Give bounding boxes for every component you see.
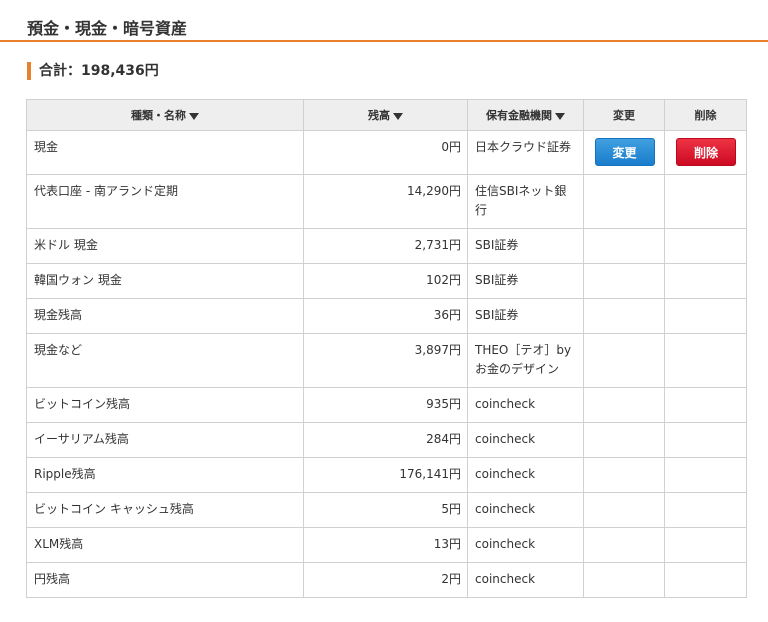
asset-balance: 176,141円 [303, 457, 468, 493]
column-header-name[interactable]: 種類・名称 [26, 99, 304, 131]
table-row: 現金など 3,897円 THEO［テオ］by お金のデザイン [26, 333, 747, 388]
asset-balance: 13円 [303, 527, 468, 563]
edit-cell [583, 422, 665, 458]
delete-cell [664, 263, 747, 299]
section-title: 預金・現金・暗号資産 [27, 19, 188, 38]
asset-institution: 日本クラウド証券 [467, 130, 584, 175]
asset-balance: 284円 [303, 422, 468, 458]
asset-balance: 14,290円 [303, 174, 468, 229]
asset-name: ビットコイン残高 [26, 387, 304, 423]
delete-button[interactable]: 削除 [676, 138, 736, 166]
section-header: 預金・現金・暗号資産 [0, 0, 768, 42]
table-row: 現金残高 36円 SBI証券 [26, 298, 747, 334]
column-header-edit: 変更 [583, 99, 665, 131]
asset-balance: 36円 [303, 298, 468, 334]
asset-institution: THEO［テオ］by お金のデザイン [467, 333, 584, 388]
sort-down-icon[interactable] [393, 112, 403, 120]
asset-balance: 0円 [303, 130, 468, 175]
column-header-institution-label: 保有金融機関 [486, 109, 552, 122]
total-summary: 合計：198,436円 [27, 62, 159, 80]
asset-balance: 935円 [303, 387, 468, 423]
asset-institution: coincheck [467, 492, 584, 528]
edit-cell [583, 457, 665, 493]
edit-cell [583, 228, 665, 264]
asset-balance: 2円 [303, 562, 468, 598]
table-row: 韓国ウォン 現金 102円 SBI証券 [26, 263, 747, 299]
asset-institution: 住信SBIネット銀行 [467, 174, 584, 229]
table-row: 円残高 2円 coincheck [26, 562, 747, 598]
asset-institution: SBI証券 [467, 298, 584, 334]
column-header-institution[interactable]: 保有金融機関 [467, 99, 584, 131]
asset-name: 米ドル 現金 [26, 228, 304, 264]
delete-cell [664, 422, 747, 458]
table-row: XLM残高 13円 coincheck [26, 527, 747, 563]
delete-cell: 削除 [664, 130, 747, 175]
delete-cell [664, 387, 747, 423]
asset-institution: coincheck [467, 457, 584, 493]
delete-cell [664, 527, 747, 563]
asset-name: 韓国ウォン 現金 [26, 263, 304, 299]
table-row: Ripple残高 176,141円 coincheck [26, 457, 747, 493]
column-header-delete: 削除 [664, 99, 747, 131]
edit-cell [583, 492, 665, 528]
edit-cell: 変更 [583, 130, 665, 175]
edit-button[interactable]: 変更 [594, 138, 655, 166]
asset-balance: 5円 [303, 492, 468, 528]
table-row: 米ドル 現金 2,731円 SBI証券 [26, 228, 747, 264]
delete-cell [664, 457, 747, 493]
asset-institution: coincheck [467, 387, 584, 423]
edit-cell [583, 298, 665, 334]
column-header-name-label: 種類・名称 [131, 109, 186, 122]
asset-name: 円残高 [26, 562, 304, 598]
asset-balance: 3,897円 [303, 333, 468, 388]
edit-cell [583, 263, 665, 299]
edit-cell [583, 174, 665, 229]
asset-balance: 2,731円 [303, 228, 468, 264]
column-header-balance-label: 残高 [368, 109, 390, 122]
asset-name: 現金 [26, 130, 304, 175]
asset-name: Ripple残高 [26, 457, 304, 493]
table-row: ビットコイン キャッシュ残高 5円 coincheck [26, 492, 747, 528]
delete-cell [664, 174, 747, 229]
asset-institution: SBI証券 [467, 263, 584, 299]
asset-balance: 102円 [303, 263, 468, 299]
table-header-row: 種類・名称 残高 保有金融機関 変更 削除 [26, 99, 747, 131]
edit-cell [583, 562, 665, 598]
asset-institution: coincheck [467, 562, 584, 598]
asset-institution: SBI証券 [467, 228, 584, 264]
table-row: 現金 0円 日本クラウド証券 変更 削除 [26, 130, 747, 175]
edit-cell [583, 333, 665, 388]
asset-institution: coincheck [467, 527, 584, 563]
column-header-balance[interactable]: 残高 [303, 99, 468, 131]
table-row: ビットコイン残高 935円 coincheck [26, 387, 747, 423]
sort-down-icon[interactable] [189, 112, 199, 120]
edit-cell [583, 387, 665, 423]
edit-cell [583, 527, 665, 563]
asset-name: 代表口座 - 南アランド定期 [26, 174, 304, 229]
asset-name: 現金など [26, 333, 304, 388]
asset-name: ビットコイン キャッシュ残高 [26, 492, 304, 528]
delete-cell [664, 228, 747, 264]
delete-cell [664, 298, 747, 334]
asset-name: XLM残高 [26, 527, 304, 563]
table-row: 代表口座 - 南アランド定期 14,290円 住信SBIネット銀行 [26, 174, 747, 229]
sort-down-icon[interactable] [555, 112, 565, 120]
delete-cell [664, 562, 747, 598]
delete-cell [664, 333, 747, 388]
table-row: イーサリアム残高 284円 coincheck [26, 422, 747, 458]
asset-name: イーサリアム残高 [26, 422, 304, 458]
delete-cell [664, 492, 747, 528]
asset-name: 現金残高 [26, 298, 304, 334]
assets-table: 種類・名称 残高 保有金融機関 変更 削除 現金 0円 日本クラウド証券 変更 … [26, 99, 747, 598]
asset-institution: coincheck [467, 422, 584, 458]
